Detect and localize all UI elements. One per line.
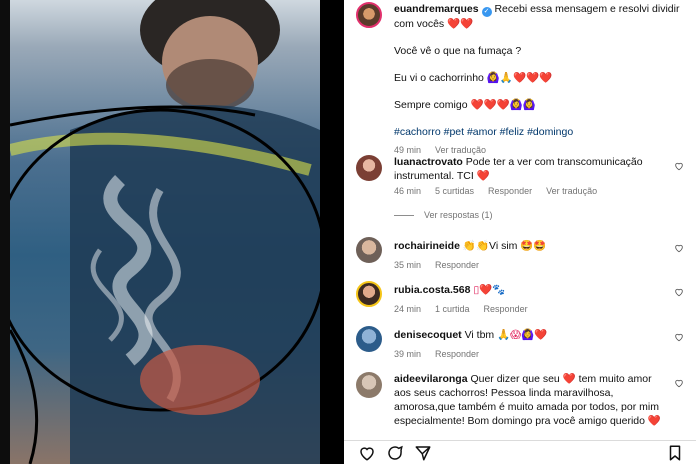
- smoke-photo-art: [10, 0, 320, 464]
- divider: [320, 0, 344, 464]
- comment-text: 👏👏Vi sim: [462, 240, 518, 252]
- comment-emoji: ❤️: [476, 170, 490, 182]
- reply-button[interactable]: Responder: [435, 349, 479, 359]
- comment-likes[interactable]: 1 curtida: [435, 304, 470, 314]
- comment-time: 35 min: [394, 260, 422, 270]
- comment-time: 46 min: [394, 186, 422, 196]
- comment-item: luanactrovato Pode ter a ver com transco…: [356, 155, 686, 196]
- caption-line-3: Eu vi o cachorrinho 🙆‍♀️🙏❤️❤️❤️: [394, 71, 684, 85]
- caption-line-4-emoji: ❤️❤️❤️🙆‍♀️🙆‍♀️: [470, 99, 536, 111]
- like-comment-heart-icon[interactable]: [674, 332, 684, 342]
- replies-line: [394, 214, 414, 216]
- comment-item: aideevilaronga Quer dizer que seu ❤️ tem…: [356, 372, 686, 428]
- comment-emoji: ❤️: [647, 415, 661, 427]
- like-comment-heart-icon[interactable]: [674, 287, 684, 297]
- author-username[interactable]: euandremarques: [394, 3, 479, 15]
- comment-icon[interactable]: [386, 444, 404, 462]
- reply-button[interactable]: Responder: [484, 304, 528, 314]
- commenter-avatar[interactable]: [356, 155, 382, 181]
- verified-icon: ✓: [481, 7, 492, 17]
- comment-meta: 46 min 5 curtidas Responder Ver tradução: [394, 186, 656, 196]
- heart-icon[interactable]: [358, 444, 376, 462]
- comment-emoji: 🤩🤩: [520, 240, 547, 252]
- comment-item: denisecoquet Vi tbm 🙏😱🙆‍♀️❤️ 39 min Resp…: [356, 326, 686, 359]
- comment-time: 39 min: [394, 349, 422, 359]
- comment-time: 24 min: [394, 304, 422, 314]
- commenter-username[interactable]: denisecoquet: [394, 329, 462, 341]
- commenter-avatar[interactable]: [356, 281, 382, 307]
- view-replies[interactable]: Ver respostas (1): [394, 210, 493, 220]
- comment-meta: 24 min 1 curtida Responder: [394, 304, 656, 314]
- post-view: euandremarques ✓ Recebi essa mensagem e …: [0, 0, 696, 464]
- reply-button[interactable]: Responder: [488, 186, 532, 196]
- caption-time: 49 min: [394, 145, 422, 155]
- comment-meta: 35 min Responder: [394, 260, 656, 270]
- comment-emoji: 🙏😱🙆‍♀️❤️: [497, 329, 548, 341]
- post-caption: euandremarques ✓ Recebi essa mensagem e …: [356, 2, 686, 155]
- commenter-username[interactable]: rubia.costa.568: [394, 284, 470, 296]
- comment-item: rochairineide 👏👏Vi sim 🤩🤩 35 min Respond…: [356, 237, 686, 270]
- caption-meta: 49 min Ver tradução: [394, 145, 684, 155]
- see-translation-link[interactable]: Ver tradução: [546, 186, 597, 196]
- comment-likes[interactable]: 5 curtidas: [435, 186, 474, 196]
- commenter-username[interactable]: luanactrovato: [394, 156, 463, 168]
- commenter-avatar[interactable]: [356, 372, 382, 398]
- post-action-bar: [344, 440, 696, 464]
- like-comment-heart-icon[interactable]: [674, 378, 684, 388]
- reply-button[interactable]: Responder: [435, 260, 479, 270]
- comment-item: rubia.costa.568 ▯❤️🐾 24 min 1 curtida Re…: [356, 281, 686, 314]
- caption-hearts: ❤️❤️: [447, 18, 474, 30]
- like-comment-heart-icon[interactable]: [674, 243, 684, 253]
- see-translation-link[interactable]: Ver tradução: [435, 145, 486, 155]
- comment-text: ▯❤️🐾: [473, 284, 506, 296]
- post-photo[interactable]: [10, 0, 320, 464]
- bookmark-icon[interactable]: [666, 444, 684, 462]
- author-avatar[interactable]: [356, 2, 382, 28]
- commenter-username[interactable]: rochairineide: [394, 240, 460, 252]
- hashtags[interactable]: #cachorro #pet #amor #feliz #domingo: [394, 125, 684, 139]
- like-comment-heart-icon[interactable]: [674, 161, 684, 171]
- comments-panel: euandremarques ✓ Recebi essa mensagem e …: [344, 0, 696, 464]
- caption-line-4-text: Sempre comigo: [394, 99, 468, 111]
- caption-line-3-text: Eu vi o cachorrinho: [394, 72, 484, 84]
- commenter-avatar[interactable]: [356, 237, 382, 263]
- commenter-username[interactable]: aideevilaronga: [394, 373, 468, 385]
- left-edge: [0, 0, 10, 464]
- commenter-avatar[interactable]: [356, 326, 382, 352]
- caption-line-4: Sempre comigo ❤️❤️❤️🙆‍♀️🙆‍♀️: [394, 98, 684, 112]
- caption-question: Você vê o que na fumaça ?: [394, 45, 522, 57]
- view-replies-text[interactable]: Ver respostas (1): [424, 210, 493, 220]
- caption-line-3-emoji: 🙆‍♀️🙏❤️❤️❤️: [486, 72, 553, 84]
- comment-text: Vi tbm: [464, 329, 495, 341]
- share-icon[interactable]: [414, 444, 432, 462]
- comment-meta: 39 min Responder: [394, 349, 656, 359]
